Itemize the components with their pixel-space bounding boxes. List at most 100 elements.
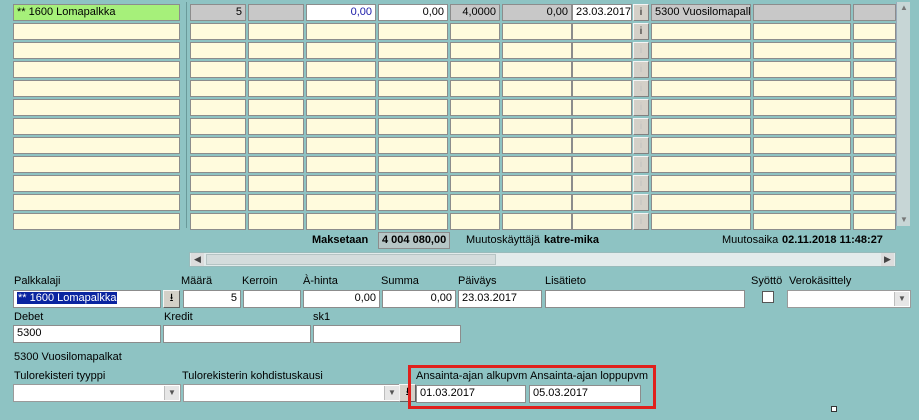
syotto-checkbox[interactable] bbox=[762, 291, 774, 303]
scroll-up-icon[interactable]: ▲ bbox=[898, 2, 910, 14]
grid-cell[interactable] bbox=[306, 99, 376, 116]
grid-cell[interactable] bbox=[378, 80, 448, 97]
grid-cell[interactable] bbox=[853, 23, 896, 40]
grid-cell[interactable] bbox=[572, 213, 632, 230]
grid-cell[interactable] bbox=[450, 99, 500, 116]
grid-cell[interactable] bbox=[450, 23, 500, 40]
grid-cell[interactable] bbox=[753, 61, 851, 78]
grid-cell[interactable] bbox=[853, 156, 896, 173]
row1-palkkalaji-cell[interactable]: ** 1600 Lomapalkka bbox=[13, 4, 180, 21]
grid-cell[interactable] bbox=[572, 42, 632, 59]
kerroin-field[interactable] bbox=[243, 290, 301, 308]
grid-cell[interactable] bbox=[450, 194, 500, 211]
grid-cell[interactable] bbox=[306, 194, 376, 211]
ansainta-alku-field[interactable]: 01.03.2017 bbox=[416, 385, 526, 403]
scroll-right-icon[interactable]: ▶ bbox=[881, 253, 894, 266]
grid-cell[interactable] bbox=[378, 213, 448, 230]
grid-cell[interactable] bbox=[248, 137, 304, 154]
grid-cell[interactable] bbox=[502, 194, 572, 211]
grid-cell[interactable] bbox=[248, 194, 304, 211]
grid-cell[interactable] bbox=[13, 99, 180, 116]
grid-cell[interactable] bbox=[190, 137, 246, 154]
grid-cell[interactable] bbox=[753, 23, 851, 40]
row-info-button[interactable]: i bbox=[633, 61, 649, 78]
grid-cell[interactable] bbox=[753, 194, 851, 211]
grid-cell[interactable] bbox=[651, 42, 751, 59]
grid-cell[interactable] bbox=[450, 61, 500, 78]
grid-cell[interactable] bbox=[450, 137, 500, 154]
grid-cell[interactable] bbox=[651, 23, 751, 40]
grid-cell[interactable] bbox=[13, 175, 180, 192]
grid-cell[interactable] bbox=[450, 42, 500, 59]
grid-cell[interactable] bbox=[753, 213, 851, 230]
grid-cell[interactable] bbox=[378, 175, 448, 192]
row-info-button[interactable]: i bbox=[633, 213, 649, 230]
grid-cell[interactable] bbox=[450, 80, 500, 97]
row1-paivays-cell[interactable]: 23.03.2017 bbox=[572, 4, 632, 21]
grid-cell[interactable] bbox=[248, 156, 304, 173]
row-info-button[interactable]: i bbox=[633, 80, 649, 97]
grid-cell[interactable] bbox=[753, 137, 851, 154]
grid-cell[interactable] bbox=[853, 99, 896, 116]
tulorekisteri-tyyppi-dropdown[interactable]: ▼ bbox=[13, 384, 181, 402]
scroll-thumb[interactable] bbox=[206, 254, 496, 265]
grid-cell[interactable] bbox=[502, 118, 572, 135]
grid-cell[interactable] bbox=[450, 175, 500, 192]
grid-cell[interactable] bbox=[248, 80, 304, 97]
grid-cell[interactable] bbox=[378, 156, 448, 173]
grid-cell[interactable] bbox=[378, 118, 448, 135]
grid-cell[interactable] bbox=[753, 118, 851, 135]
ansainta-loppu-field[interactable]: 05.03.2017 bbox=[529, 385, 641, 403]
grid-cell[interactable] bbox=[306, 118, 376, 135]
grid-cell[interactable] bbox=[651, 99, 751, 116]
row1-ahinta-cell[interactable]: 0,00 bbox=[306, 4, 376, 21]
grid-cell[interactable] bbox=[572, 194, 632, 211]
row1-kerroin-cell[interactable] bbox=[248, 4, 304, 21]
grid-cell[interactable] bbox=[502, 80, 572, 97]
grid-cell[interactable] bbox=[450, 156, 500, 173]
grid-cell[interactable] bbox=[572, 61, 632, 78]
grid-cell[interactable] bbox=[572, 80, 632, 97]
grid-cell[interactable] bbox=[378, 194, 448, 211]
grid-cell[interactable] bbox=[248, 213, 304, 230]
grid-cell[interactable] bbox=[502, 23, 572, 40]
grid-cell[interactable] bbox=[190, 23, 246, 40]
grid-cell[interactable] bbox=[378, 99, 448, 116]
grid-cell[interactable] bbox=[306, 23, 376, 40]
row1-col6-cell[interactable]: 4,0000 bbox=[450, 4, 500, 21]
grid-cell[interactable] bbox=[502, 156, 572, 173]
row-info-button[interactable]: i bbox=[633, 175, 649, 192]
row-info-button[interactable]: i bbox=[633, 42, 649, 59]
grid-cell[interactable] bbox=[248, 23, 304, 40]
grid-cell[interactable] bbox=[378, 137, 448, 154]
grid-cell[interactable] bbox=[13, 61, 180, 78]
grid-cell[interactable] bbox=[190, 42, 246, 59]
grid-cell[interactable] bbox=[190, 118, 246, 135]
row-info-button[interactable]: i bbox=[633, 23, 649, 40]
grid-cell[interactable] bbox=[572, 118, 632, 135]
grid-cell[interactable] bbox=[248, 175, 304, 192]
row1-info-button[interactable]: i bbox=[633, 4, 649, 21]
grid-cell[interactable] bbox=[190, 80, 246, 97]
grid-cell[interactable] bbox=[13, 118, 180, 135]
horizontal-scrollbar[interactable]: ◀ ▶ bbox=[189, 252, 896, 267]
grid-cell[interactable] bbox=[753, 42, 851, 59]
row-info-button[interactable]: i bbox=[633, 137, 649, 154]
row-info-button[interactable]: i bbox=[633, 156, 649, 173]
grid-cell[interactable] bbox=[502, 99, 572, 116]
palkkalaji-field[interactable]: ** 1600 Lomapalkka bbox=[13, 290, 161, 308]
grid-cell[interactable] bbox=[248, 42, 304, 59]
grid-cell[interactable] bbox=[753, 80, 851, 97]
grid-cell[interactable] bbox=[13, 156, 180, 173]
grid-cell[interactable] bbox=[450, 118, 500, 135]
row1-col10-cell[interactable] bbox=[753, 4, 851, 21]
grid-cell[interactable] bbox=[651, 61, 751, 78]
grid-cell[interactable] bbox=[190, 213, 246, 230]
scroll-left-icon[interactable]: ◀ bbox=[191, 253, 204, 266]
grid-cell[interactable] bbox=[502, 137, 572, 154]
grid-cell[interactable] bbox=[13, 137, 180, 154]
grid-cell[interactable] bbox=[306, 156, 376, 173]
grid-cell[interactable] bbox=[853, 118, 896, 135]
grid-cell[interactable] bbox=[651, 80, 751, 97]
grid-cell[interactable] bbox=[853, 42, 896, 59]
